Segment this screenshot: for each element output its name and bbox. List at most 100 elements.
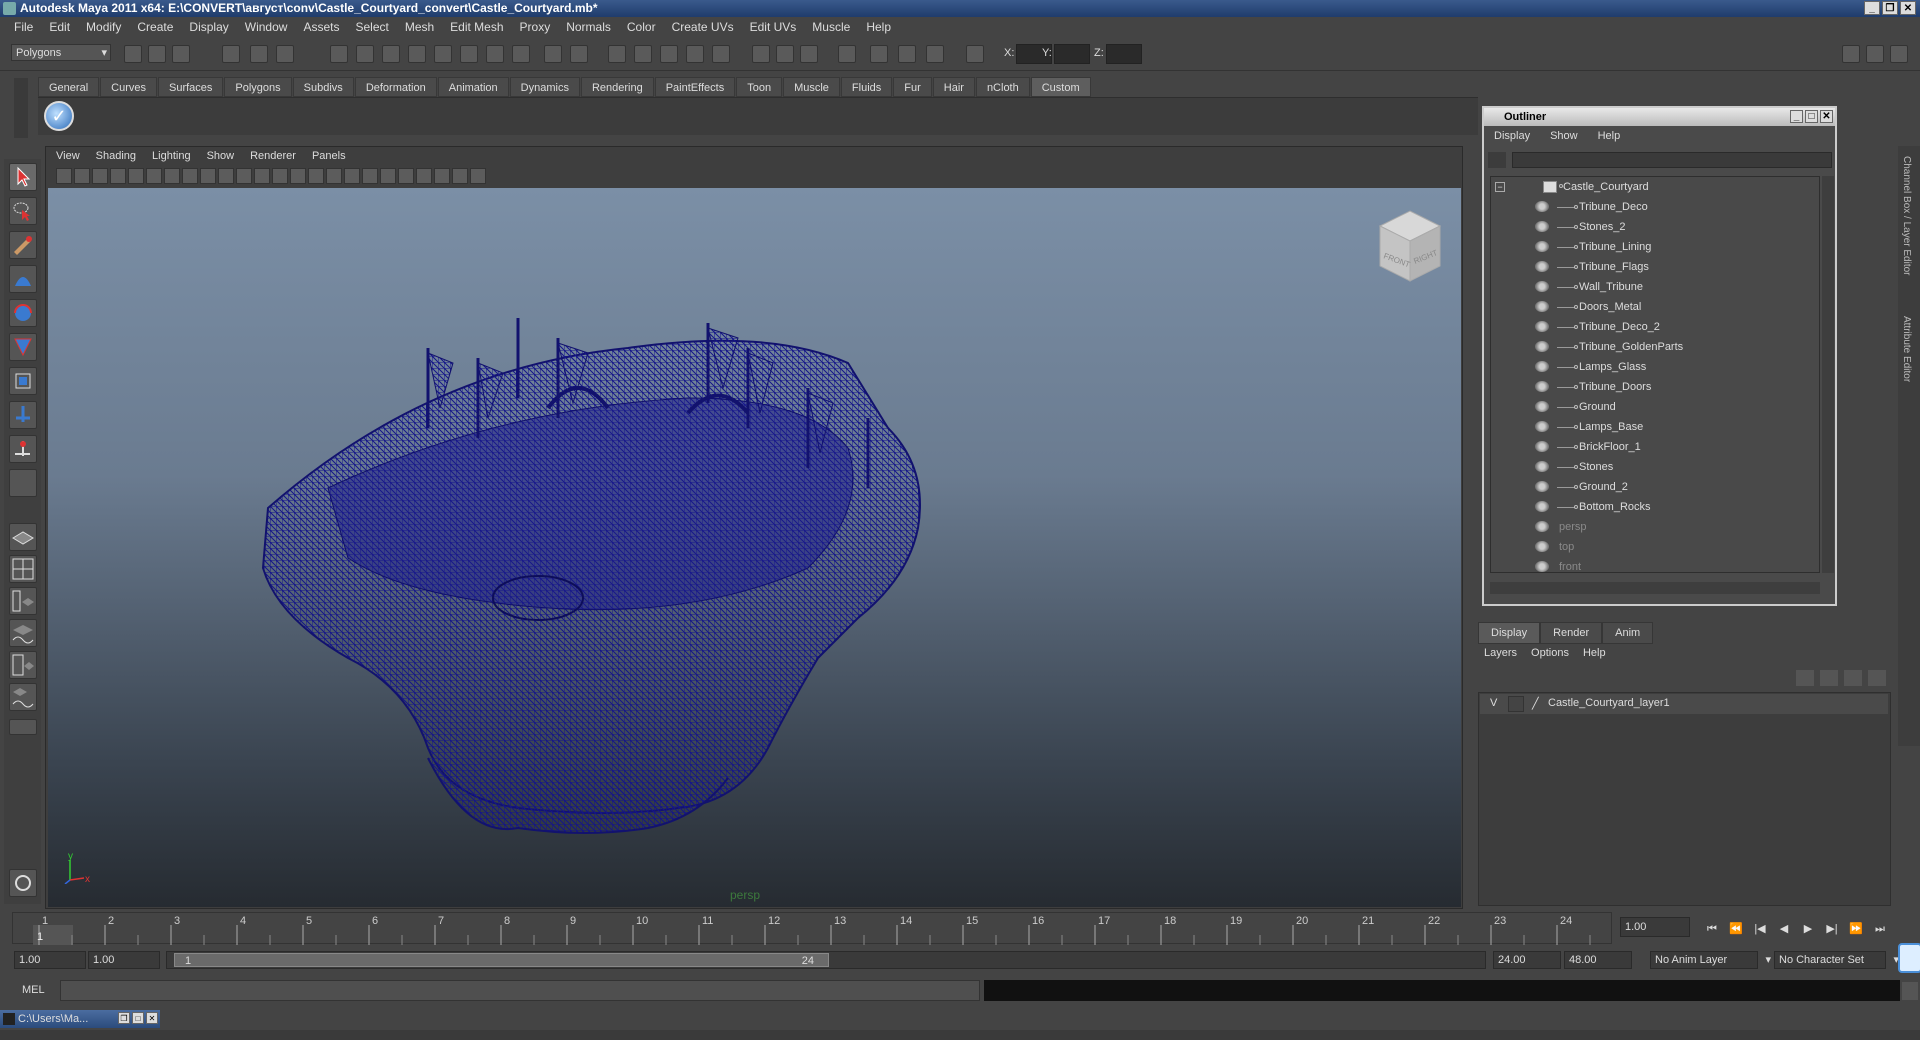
shadows-icon[interactable]: [380, 168, 396, 184]
light-icon[interactable]: [898, 45, 916, 63]
play-forwards-icon[interactable]: ▶: [1800, 921, 1816, 937]
shelf-tab-rendering[interactable]: Rendering: [580, 77, 654, 97]
list-item[interactable]: Stones_2: [1491, 217, 1819, 237]
render-view-icon[interactable]: [926, 45, 944, 63]
viewport-menu-show[interactable]: Show: [199, 150, 243, 164]
menu-set-dropdown[interactable]: Polygons ▾: [11, 44, 111, 61]
new-layer-icon[interactable]: [1844, 670, 1862, 686]
custom-tool-icon[interactable]: [9, 869, 37, 897]
menu-create[interactable]: Create: [129, 20, 181, 34]
snap-point-icon[interactable]: [382, 45, 400, 63]
anim-layer-dropdown[interactable]: No Anim Layer ▾: [1650, 951, 1771, 969]
lasso-tool-icon[interactable]: [9, 197, 37, 225]
shelf-tab-animation[interactable]: Animation: [437, 77, 509, 97]
layer-menu-options[interactable]: Options: [1527, 647, 1579, 659]
shelf-handle[interactable]: [14, 78, 28, 138]
menu-display[interactable]: Display: [181, 20, 236, 34]
step-back-frame-icon[interactable]: |◀: [1752, 921, 1768, 937]
outliner-filter-icon[interactable]: [1488, 152, 1506, 168]
textured-icon[interactable]: [344, 168, 360, 184]
list-item[interactable]: Lamps_Base: [1491, 417, 1819, 437]
more-layouts-icon[interactable]: [9, 719, 37, 735]
minimized-maximize-button[interactable]: □: [132, 1012, 144, 1024]
shelf-tab-dynamics[interactable]: Dynamics: [509, 77, 580, 97]
shelf-tab-muscle[interactable]: Muscle: [783, 77, 840, 97]
restore-button[interactable]: ❐: [1882, 1, 1898, 15]
toggle-channel-box-icon[interactable]: [1890, 45, 1908, 63]
minimized-window-tab[interactable]: C:\Users\Ma... ❐ □ ✕: [0, 1010, 160, 1028]
list-item[interactable]: Tribune_Lining: [1491, 237, 1819, 257]
camera-list-item[interactable]: persp: [1491, 517, 1819, 537]
menu-mesh[interactable]: Mesh: [397, 20, 442, 34]
list-item[interactable]: Ground_2: [1491, 477, 1819, 497]
list-item[interactable]: Tribune_Flags: [1491, 257, 1819, 277]
film-gate-icon[interactable]: [182, 168, 198, 184]
outliner-maximize-button[interactable]: □: [1805, 110, 1818, 123]
open-scene-icon[interactable]: [148, 45, 166, 63]
safe-action-icon[interactable]: [254, 168, 270, 184]
snap-view-plane-icon[interactable]: [408, 45, 426, 63]
menu-normals[interactable]: Normals: [558, 20, 619, 34]
2d-pan-zoom-icon[interactable]: [128, 168, 144, 184]
shelf-tab-custom[interactable]: Custom: [1030, 77, 1091, 97]
make-live-icon[interactable]: [434, 45, 452, 63]
toggle-tool-settings-icon[interactable]: [1866, 45, 1884, 63]
smooth-icon[interactable]: [870, 45, 888, 63]
camera-attributes-icon[interactable]: [74, 168, 90, 184]
menu-assets[interactable]: Assets: [295, 20, 347, 34]
viewport-menu-view[interactable]: View: [48, 150, 88, 164]
input-ops-icon[interactable]: [752, 45, 770, 63]
layer-tab-display[interactable]: Display: [1478, 622, 1541, 644]
snap-grid-icon[interactable]: [330, 45, 348, 63]
layer-playback-toggle[interactable]: [1508, 696, 1524, 712]
current-time-field[interactable]: 1.00: [1620, 917, 1690, 937]
construction-icon[interactable]: [486, 45, 504, 63]
range-slider-handle[interactable]: 1 24: [174, 953, 829, 967]
paint-select-tool-icon[interactable]: [9, 231, 37, 259]
snap-curve-icon[interactable]: [356, 45, 374, 63]
script-editor-icon[interactable]: [1902, 982, 1918, 1000]
wireframe-icon[interactable]: [290, 168, 306, 184]
coord-z-field[interactable]: [1106, 44, 1142, 64]
perspective-view[interactable]: [48, 188, 1461, 907]
outliner-vertical-scrollbar[interactable]: [1822, 176, 1834, 573]
shelf-tab-subdivs[interactable]: Subdivs: [292, 77, 354, 97]
view-cube[interactable]: FRONT RIGHT: [1375, 206, 1445, 286]
single-pane-layout-icon[interactable]: [9, 523, 37, 551]
list-item[interactable]: Bottom_Rocks: [1491, 497, 1819, 517]
outliner-row-root[interactable]: − Castle_Courtyard: [1491, 177, 1819, 197]
field-chart-icon[interactable]: [236, 168, 252, 184]
shelf-tab-fur[interactable]: Fur: [893, 77, 932, 97]
hypershade-persp-layout-icon[interactable]: [9, 651, 37, 679]
graph-editor-icon[interactable]: [800, 45, 818, 63]
list-item[interactable]: Tribune_Deco_2: [1491, 317, 1819, 337]
mel-label[interactable]: MEL: [22, 984, 45, 996]
rotate-tool-icon[interactable]: [9, 299, 37, 327]
shaded-wireframe-icon[interactable]: [326, 168, 342, 184]
help-icon[interactable]: [512, 45, 530, 63]
menu-window[interactable]: Window: [237, 20, 296, 34]
bookmarks-icon[interactable]: [92, 168, 108, 184]
list-item[interactable]: Lamps_Glass: [1491, 357, 1819, 377]
shelf-tab-toon[interactable]: Toon: [736, 77, 783, 97]
move-layer-down-icon[interactable]: [1820, 670, 1838, 686]
high-quality-icon[interactable]: [398, 168, 414, 184]
coord-y-field[interactable]: [1054, 44, 1090, 64]
image-plane-icon[interactable]: [110, 168, 126, 184]
safe-title-icon[interactable]: [272, 168, 288, 184]
step-back-key-icon[interactable]: ⏪: [1728, 921, 1744, 937]
select-object-icon[interactable]: [250, 45, 268, 63]
viewport-menu-shading[interactable]: Shading: [88, 150, 144, 164]
backface-culling-icon[interactable]: [470, 168, 486, 184]
render-current-frame-icon[interactable]: [608, 45, 626, 63]
playback-end-field[interactable]: 24.00: [1493, 951, 1561, 969]
layer-menu-layers[interactable]: Layers: [1480, 647, 1527, 659]
outliner-horizontal-scrollbar[interactable]: [1490, 582, 1820, 594]
history-icon[interactable]: [460, 45, 478, 63]
chat-helper-icon[interactable]: [1898, 943, 1920, 973]
step-forward-frame-icon[interactable]: ▶|: [1824, 921, 1840, 937]
menu-edit[interactable]: Edit: [41, 20, 78, 34]
lock-icon[interactable]: [544, 45, 562, 63]
outliner-menu-show[interactable]: Show: [1540, 130, 1588, 146]
use-all-lights-icon[interactable]: [362, 168, 378, 184]
